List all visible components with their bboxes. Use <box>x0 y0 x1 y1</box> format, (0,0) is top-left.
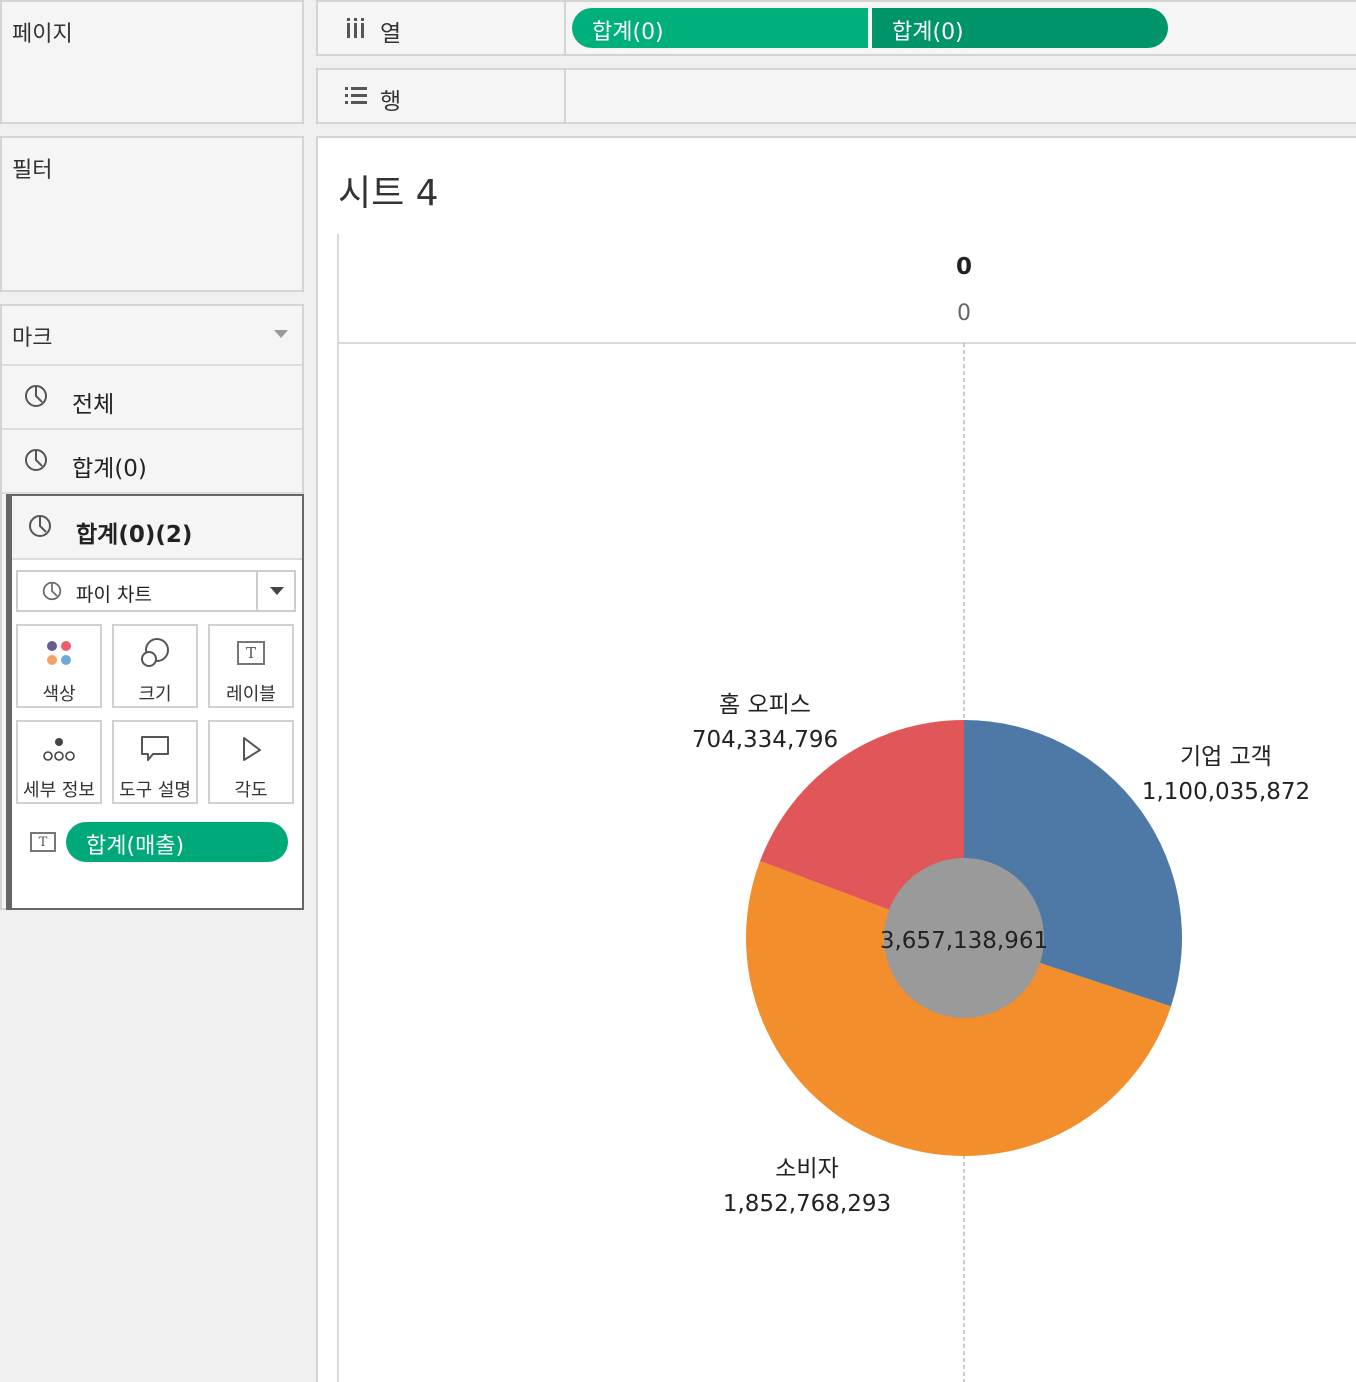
column-pill-sum0[interactable]: 합계(0) <box>572 8 868 48</box>
tooltip-icon <box>114 732 196 766</box>
worksheet-view[interactable]: 시트 4 0 0 3,657,138,961 기업 고객 1,100,035,87… <box>316 136 1356 1382</box>
label-label: 레이블 <box>226 684 276 705</box>
chevron-down-icon[interactable] <box>270 587 284 595</box>
angle-label: 각도 <box>234 780 268 801</box>
marks-card: 마크 전체 합계(0) 합계(0)(2) 파이 차트 색상 크기 T 레이블 세… <box>0 304 304 910</box>
pie-icon <box>25 449 47 471</box>
detail-label: 세부 정보 <box>23 780 95 801</box>
columns-label: 열 <box>380 21 402 47</box>
column-pill-label: 합계(0) <box>892 20 964 45</box>
detail-button[interactable]: 세부 정보 <box>16 720 102 804</box>
slice-category-label: 소비자 <box>775 1156 838 1182</box>
pages-shelf[interactable]: 페이지 <box>0 0 304 124</box>
marks-row-header[interactable]: 합계(0)(2) <box>12 496 302 560</box>
pie-icon <box>42 581 62 601</box>
marks-title: 마크 <box>12 326 53 351</box>
column-header-title: 0 <box>956 254 972 280</box>
label-icon: T <box>210 636 292 670</box>
tooltip-label: 도구 설명 <box>119 780 191 801</box>
color-icon <box>18 636 100 670</box>
slice-value-label: 1,852,768,293 <box>723 1191 891 1217</box>
angle-button[interactable]: 각도 <box>208 720 294 804</box>
detail-icon <box>18 732 100 766</box>
columns-shelf[interactable]: 열 합계(0) 합계(0) <box>316 0 1356 56</box>
column-pill-sum0-2[interactable]: 합계(0) <box>872 8 1168 48</box>
pages-title: 페이지 <box>12 22 73 47</box>
label-icon: T <box>30 832 56 852</box>
marks-row-label: 합계(0) <box>72 456 147 482</box>
size-label: 크기 <box>138 684 172 705</box>
rows-label: 행 <box>380 89 402 115</box>
field-pill-sum-sales[interactable]: 합계(매출) <box>66 822 288 862</box>
pie-icon <box>25 385 47 407</box>
color-label: 색상 <box>42 684 76 705</box>
angle-icon <box>210 732 292 766</box>
marks-row-all[interactable]: 전체 <box>2 366 302 430</box>
axis-tick-label: 0 <box>957 301 971 326</box>
column-pill-label: 합계(0) <box>592 20 664 45</box>
field-pill-label: 합계(매출) <box>86 834 185 859</box>
filters-title: 필터 <box>12 158 53 183</box>
columns-shelf-label: 열 <box>330 2 566 54</box>
tooltip-button[interactable]: 도구 설명 <box>112 720 198 804</box>
label-button[interactable]: T 레이블 <box>208 624 294 708</box>
marks-row-sum0-2[interactable]: 합계(0)(2) 파이 차트 색상 크기 T 레이블 세부 정보 도구 설명 각… <box>6 494 304 910</box>
size-button[interactable]: 크기 <box>112 624 198 708</box>
marks-row-label: 합계(0)(2) <box>76 522 193 548</box>
marks-header[interactable]: 마크 <box>2 306 302 366</box>
color-button[interactable]: 색상 <box>16 624 102 708</box>
rows-shelf-label: 행 <box>330 70 566 122</box>
rows-icon <box>345 87 367 104</box>
slice-category-label: 기업 고객 <box>1180 744 1272 770</box>
mark-type-label: 파이 차트 <box>76 584 152 606</box>
mark-type-select[interactable]: 파이 차트 <box>16 570 296 612</box>
marks-row-sum0[interactable]: 합계(0) <box>2 430 302 494</box>
filters-shelf[interactable]: 필터 <box>0 136 304 292</box>
marks-row-label: 전체 <box>72 392 115 418</box>
pie-icon <box>29 515 51 537</box>
slice-value-label: 704,334,796 <box>692 727 838 753</box>
columns-icon <box>347 18 364 38</box>
pie-chart: 0 0 3,657,138,961 기업 고객 1,100,035,872 소비자 1… <box>337 234 1356 1382</box>
slice-category-label: 홈 오피스 <box>719 692 811 718</box>
size-icon <box>114 636 196 670</box>
chevron-down-icon[interactable] <box>274 330 288 338</box>
slice-value-label: 1,100,035,872 <box>1142 779 1310 805</box>
rows-shelf[interactable]: 행 <box>316 68 1356 124</box>
total-label: 3,657,138,961 <box>880 928 1048 954</box>
